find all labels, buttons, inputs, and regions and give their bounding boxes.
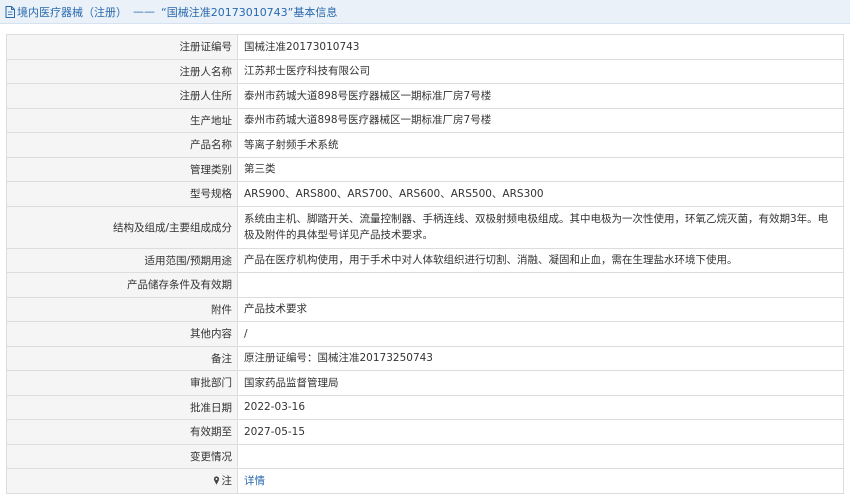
table-row: 备注 原注册证编号：国械注准20173250743 [6, 345, 844, 371]
row-value: 第三类 [237, 156, 844, 182]
detail-table: 注册证编号 国械注准20173010743 注册人名称 江苏邦士医疗科技有限公司 注… [6, 34, 844, 494]
note-label: 注 [221, 475, 233, 488]
table-row: 其他内容 / [6, 321, 844, 347]
row-value: ARS900、ARS800、ARS700、ARS600、ARS500、ARS30… [237, 181, 844, 207]
table-row: 适用范围/预期用途 产品在医疗机构使用，用于手术中对人体软组织进行切割、消融、凝固… [6, 247, 844, 273]
row-label: 产品名称 [6, 132, 238, 158]
table-row: 注册人住所 泰州市药城大道898号医疗器械区一期标准厂房7号楼 [6, 83, 844, 109]
table-row: 附件 产品技术要求 [6, 296, 844, 322]
row-label: 适用范围/预期用途 [6, 247, 238, 273]
details-link[interactable]: 详情 [244, 475, 265, 487]
row-value [237, 443, 844, 469]
row-value: / [237, 321, 844, 347]
table-row: 注册人名称 江苏邦士医疗科技有限公司 [6, 58, 844, 84]
row-value: 泰州市药城大道898号医疗器械区一期标准厂房7号楼 [237, 83, 844, 109]
header-title: “国械注准20173010743”基本信息 [161, 5, 338, 19]
table-row: 批准日期 2022-03-16 [6, 394, 844, 420]
row-label: 注册证编号 [6, 34, 238, 60]
table-row: 管理类别 第三类 [6, 156, 844, 182]
row-label: 注册人住所 [6, 83, 238, 109]
row-label: 批准日期 [6, 394, 238, 420]
row-value: 2027-05-15 [237, 419, 844, 445]
table-row: 型号规格 ARS900、ARS800、ARS700、ARS600、ARS500、A… [6, 181, 844, 207]
row-value: 系统由主机、脚踏开关、流量控制器、手柄连线、双极射频电极组成。其中电极为一次性使… [237, 205, 844, 249]
row-label: 附件 [6, 296, 238, 322]
row-label: 有效期至 [6, 419, 238, 445]
row-label: 产品储存条件及有效期 [6, 272, 238, 298]
document-icon [5, 5, 15, 18]
note-value-cell: 详情 [237, 468, 844, 494]
row-label: 注册人名称 [6, 58, 238, 84]
row-value: 等离子射频手术系统 [237, 132, 844, 158]
table-row: 生产地址 泰州市药城大道898号医疗器械区一期标准厂房7号楼 [6, 107, 844, 133]
row-value: 原注册证编号：国械注准20173250743 [237, 345, 844, 371]
row-label: 管理类别 [6, 156, 238, 182]
page-header: 境内医疗器械（注册） —— “国械注准20173010743”基本信息 [0, 0, 850, 24]
table-row: 产品名称 等离子射频手术系统 [6, 132, 844, 158]
table-row: 注册证编号 国械注准20173010743 [6, 34, 844, 60]
row-value: 产品在医疗机构使用，用于手术中对人体软组织进行切割、消融、凝固和止血，需在生理盐… [237, 247, 844, 273]
table-row: 结构及组成/主要组成成分 系统由主机、脚踏开关、流量控制器、手柄连线、双极射频电极… [6, 205, 844, 249]
row-label: 其他内容 [6, 321, 238, 347]
table-row: 注 详情 [6, 468, 844, 494]
row-value: 国械注准20173010743 [237, 34, 844, 60]
table-row: 审批部门 国家药品监督管理局 [6, 370, 844, 396]
header-dash: —— [133, 5, 155, 18]
row-value: 江苏邦士医疗科技有限公司 [237, 58, 844, 84]
row-value: 泰州市药城大道898号医疗器械区一期标准厂房7号楼 [237, 107, 844, 133]
detail-table-wrap: 注册证编号 国械注准20173010743 注册人名称 江苏邦士医疗科技有限公司 注… [6, 34, 844, 494]
row-value: 国家药品监督管理局 [237, 370, 844, 396]
header-section: 境内医疗器械（注册） [17, 5, 127, 19]
pin-icon [213, 476, 219, 486]
row-value: 2022-03-16 [237, 394, 844, 420]
note-label-cell: 注 [6, 468, 238, 494]
row-value: 产品技术要求 [237, 296, 844, 322]
table-row: 变更情况 [6, 443, 844, 469]
table-row: 有效期至 2027-05-15 [6, 419, 844, 445]
row-label: 变更情况 [6, 443, 238, 469]
row-label: 结构及组成/主要组成成分 [6, 205, 238, 249]
row-label: 型号规格 [6, 181, 238, 207]
row-value [237, 272, 844, 298]
row-label: 生产地址 [6, 107, 238, 133]
table-row: 产品储存条件及有效期 [6, 272, 844, 298]
row-label: 审批部门 [6, 370, 238, 396]
row-label: 备注 [6, 345, 238, 371]
